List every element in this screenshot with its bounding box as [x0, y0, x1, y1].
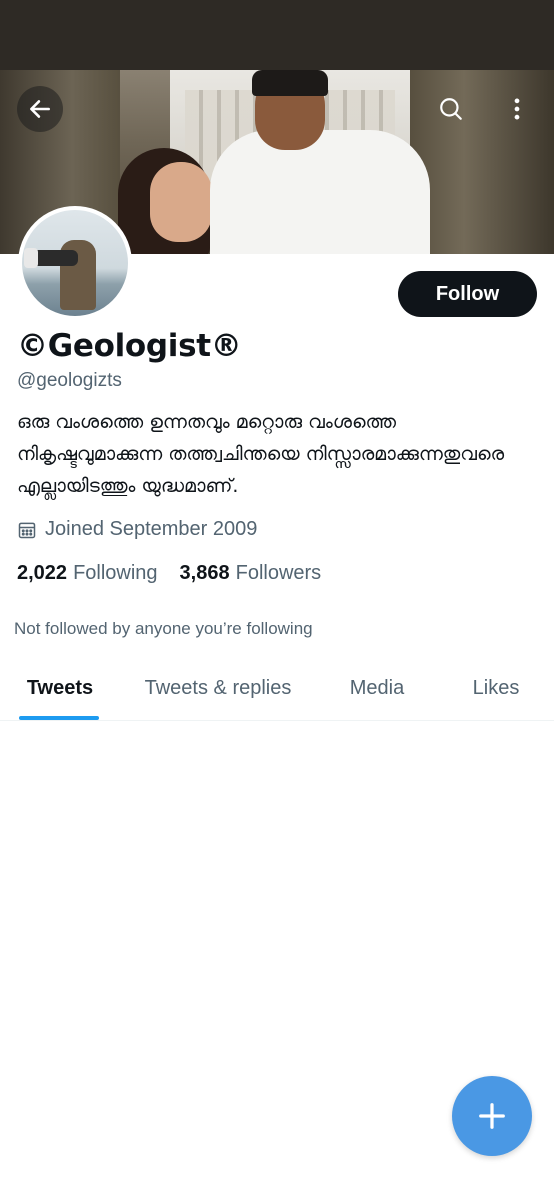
tab-media[interactable]: Media	[316, 655, 438, 721]
followers-label: Followers	[235, 562, 322, 584]
search-icon	[440, 98, 462, 120]
tab-tweets-and-replies[interactable]: Tweets & replies	[120, 655, 316, 721]
more-options-button[interactable]	[494, 86, 540, 132]
following-link[interactable]: 2,022 Following	[17, 562, 158, 585]
joined-text: Joined September 2009	[45, 518, 258, 540]
profile-tabs: Tweets Tweets & replies Media Likes	[0, 655, 554, 721]
more-vertical-icon	[514, 98, 520, 120]
profile-bio: ഒരു വംശത്തെ ഉന്നതവും മറ്റൊരു വംശത്തെ നിക…	[17, 411, 505, 497]
following-count: 2,022	[17, 562, 68, 584]
joined-date: Joined September 2009	[17, 518, 257, 541]
active-tab-indicator	[19, 716, 99, 720]
plus-icon	[479, 1103, 505, 1129]
profile-avatar[interactable]	[18, 206, 132, 320]
following-label: Following	[73, 562, 158, 584]
arrow-left-icon	[30, 100, 50, 118]
banner-man-shirt	[210, 130, 430, 254]
not-followed-notice: Not followed by anyone you’re following	[14, 619, 313, 638]
display-name: ©Geologist®	[17, 328, 242, 364]
compose-tweet-button[interactable]	[452, 1076, 532, 1156]
banner-woman-face	[150, 162, 212, 242]
banner-man-hair	[252, 70, 328, 96]
username-handle: @geologizts	[17, 370, 122, 391]
search-button[interactable]	[428, 86, 474, 132]
followers-count: 3,868	[179, 562, 230, 584]
avatar-lens	[24, 248, 38, 268]
tab-tweets[interactable]: Tweets	[0, 655, 120, 721]
status-bar	[0, 0, 554, 70]
tab-likes[interactable]: Likes	[438, 655, 554, 721]
follow-stats: 2,022 Following 3,868 Followers	[17, 562, 321, 585]
followers-link[interactable]: 3,868 Followers	[180, 562, 322, 585]
follow-button[interactable]: Follow	[398, 271, 537, 317]
calendar-icon	[18, 522, 36, 538]
back-button[interactable]	[17, 86, 63, 132]
